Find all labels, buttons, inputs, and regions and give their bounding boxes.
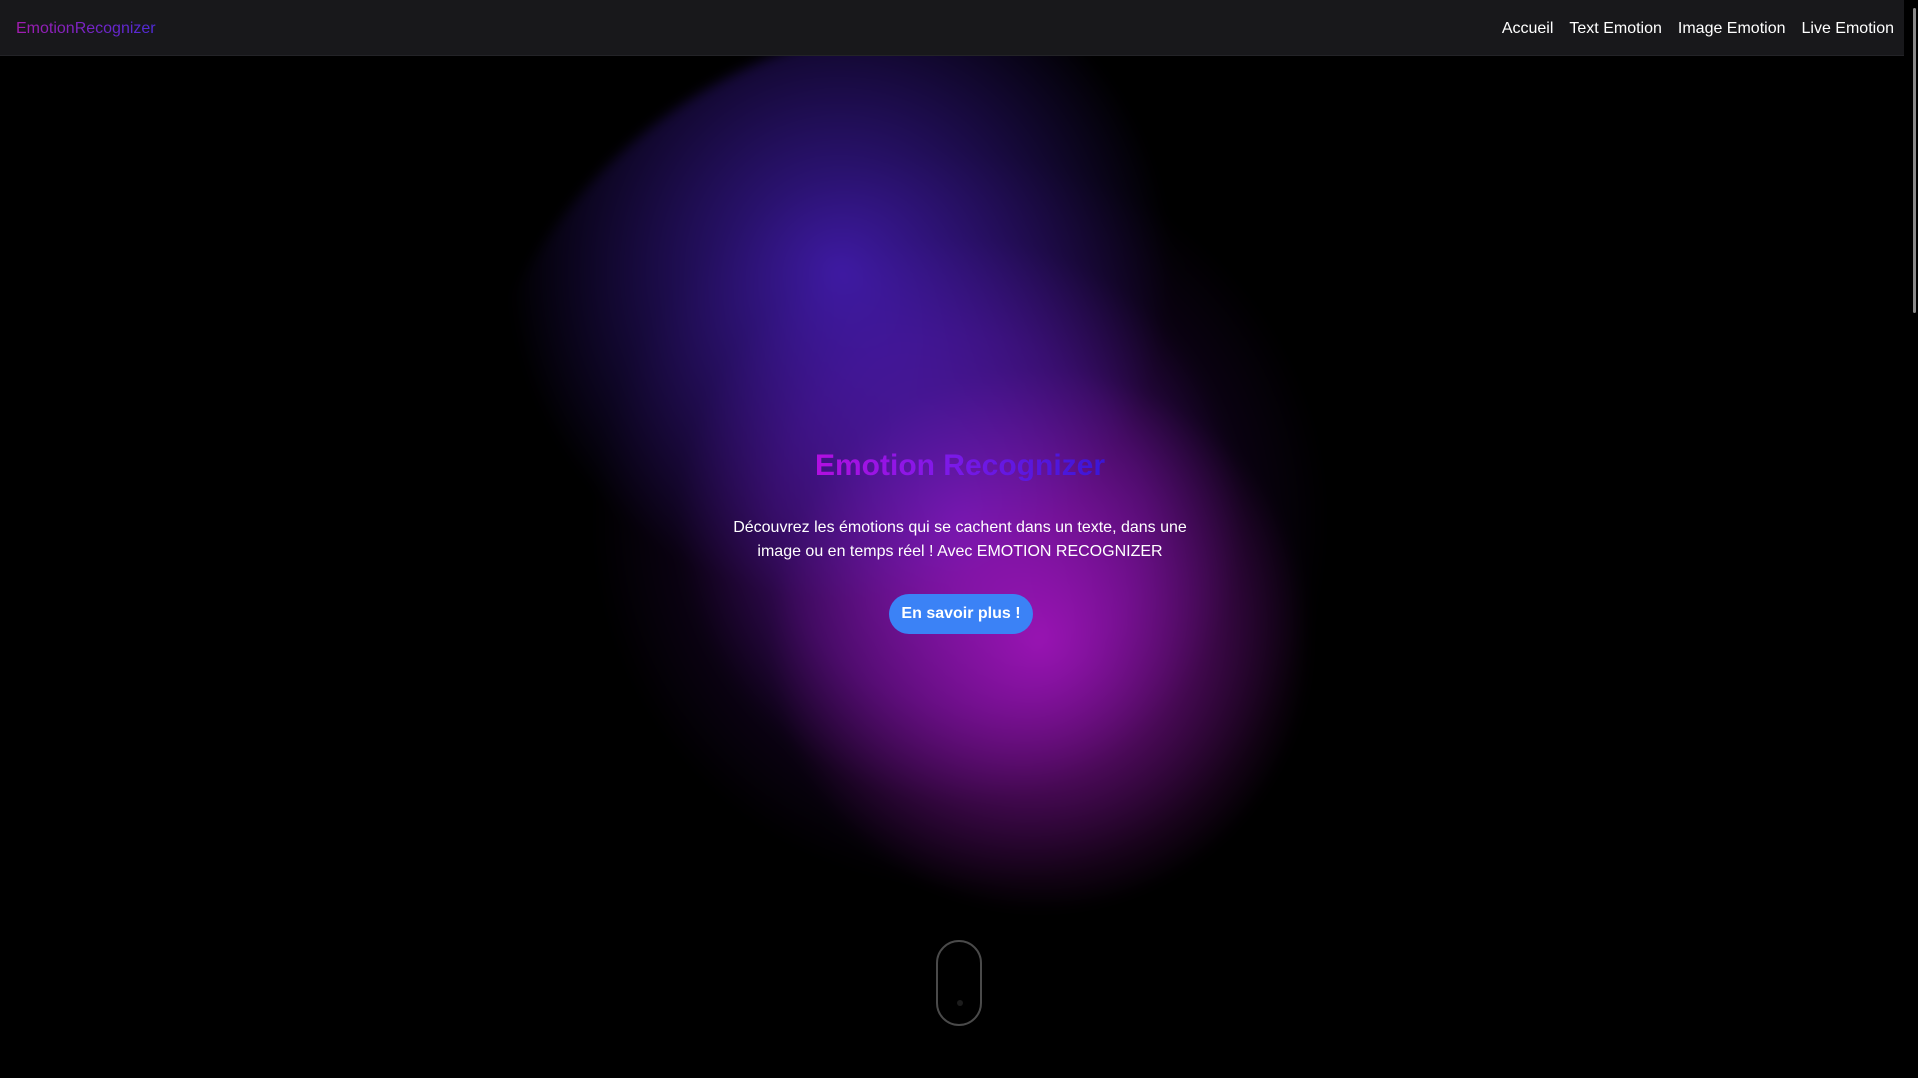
nav-link-accueil[interactable]: Accueil [1502,19,1554,39]
hero-title: Emotion Recognizer [814,449,1106,482]
hero-description: Découvrez les émotions qui se cachent da… [733,519,1187,560]
brand-logo-link[interactable]: EmotionRecognizer [16,19,156,39]
scrollbar-thumb[interactable] [1913,8,1916,313]
nav-link-image-emotion[interactable]: Image Emotion [1678,19,1786,39]
top-navbar: EmotionRecognizer Accueil Text Emotion I… [0,0,1904,56]
learn-more-button[interactable]: En savoir plus ! [889,594,1033,634]
mouse-scroll-icon[interactable] [936,940,982,1026]
page-scrollbar[interactable] [1904,0,1918,1078]
hero-section: Emotion Recognizer Découvrez les émotion… [0,0,1904,1078]
nav-link-live-emotion[interactable]: Live Emotion [1802,19,1895,39]
nav-link-text-emotion[interactable]: Text Emotion [1569,19,1661,39]
hero-title-container: Emotion Recognizer [0,448,1918,484]
nav-links: Accueil Text Emotion Image Emotion Live … [1502,19,1894,39]
scroll-dot [957,1000,963,1006]
page: EmotionRecognizer Accueil Text Emotion I… [0,0,1918,1078]
